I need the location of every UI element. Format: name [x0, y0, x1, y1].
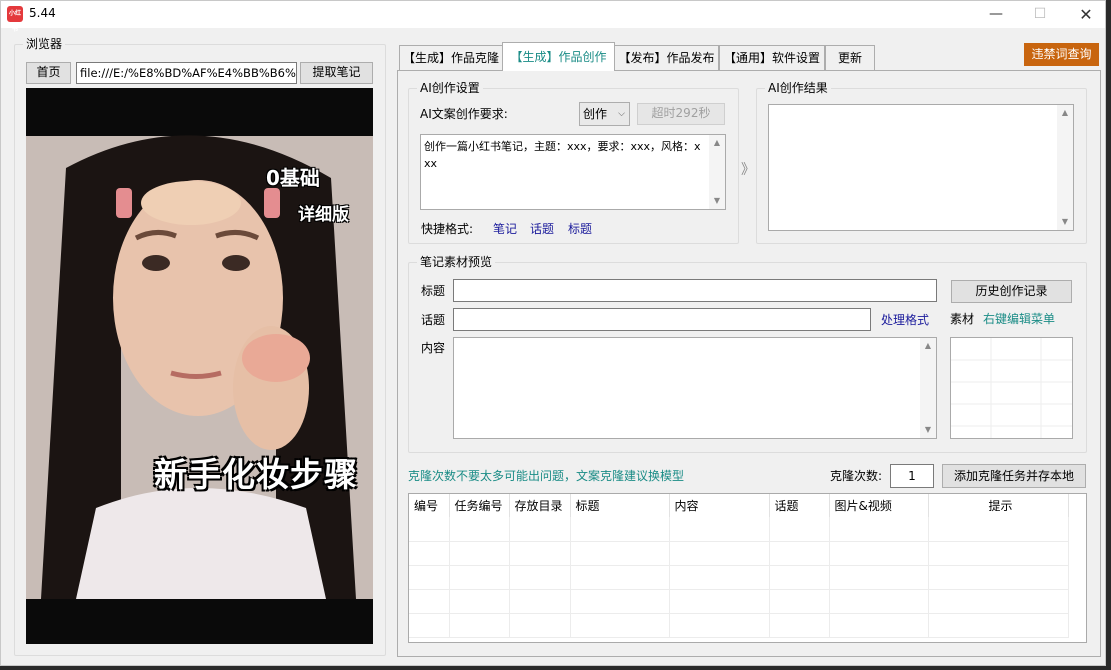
col-header-title[interactable]: 标题: [570, 494, 670, 517]
title-bar: 小红书 5.44 — ☐ ✕: [1, 1, 1105, 33]
ai-result-title: AI创作结果: [765, 81, 831, 95]
clone-count-input[interactable]: 1: [890, 464, 934, 488]
ai-settings-title: AI创作设置: [417, 81, 483, 95]
tab-work-creation[interactable]: 【生成】作品创作: [502, 42, 615, 71]
result-scrollbar[interactable]: ▲ ▼: [1057, 105, 1073, 230]
video-overlay-text-1: 0基础: [266, 166, 320, 190]
video-caption: 新手化妆步骤: [154, 455, 358, 494]
table-row: [409, 517, 1069, 542]
quick-link-note[interactable]: 笔记: [493, 222, 517, 236]
app-logo-icon: 小红书: [7, 6, 23, 33]
content-textarea[interactable]: ▲ ▼: [453, 337, 937, 439]
col-header-task-id[interactable]: 任务编号: [449, 494, 510, 517]
table-row: [409, 565, 1069, 590]
maximize-button[interactable]: ☐: [1017, 1, 1063, 28]
material-label: 素材: [950, 312, 975, 326]
url-input[interactable]: file:///E:/%E8%BD%AF%E4%BB%B6%: [76, 62, 297, 84]
quick-link-title[interactable]: 标题: [568, 222, 592, 236]
app-window: 小红书 5.44 — ☐ ✕ 浏览器 首页 file:///E:/%E8%BD%…: [0, 0, 1106, 666]
edit-menu-link[interactable]: 右键编辑菜单: [983, 312, 1055, 326]
task-table[interactable]: 编号 任务编号 存放目录 标题 内容 话题 图片&视频 提示: [408, 493, 1087, 643]
col-header-topic[interactable]: 话题: [769, 494, 830, 517]
table-header-row: 编号 任务编号 存放目录 标题 内容 话题 图片&视频 提示: [409, 494, 1069, 517]
mode-select-value: 创作: [583, 107, 608, 121]
table-row: [409, 613, 1069, 638]
mode-select[interactable]: 创作 ⌵: [579, 102, 630, 126]
col-header-tip[interactable]: 提示: [928, 494, 1069, 517]
prompt-scrollbar[interactable]: ▲ ▼: [709, 135, 725, 209]
tab-update[interactable]: 更新: [825, 45, 875, 70]
tab-work-publish[interactable]: 【发布】作品发布: [614, 45, 719, 70]
banned-words-button[interactable]: 违禁词查询: [1024, 43, 1099, 66]
home-button[interactable]: 首页: [26, 62, 71, 84]
window-title: 5.44: [29, 6, 56, 20]
col-header-content[interactable]: 内容: [669, 494, 770, 517]
extract-note-button[interactable]: 提取笔记: [300, 62, 373, 84]
ai-result-textarea[interactable]: ▲ ▼: [768, 104, 1074, 231]
topic-field-label: 话题: [421, 313, 446, 327]
browser-group-title: 浏览器: [23, 37, 66, 51]
ai-requirement-label: AI文案创作要求:: [420, 107, 508, 121]
minimize-button[interactable]: —: [973, 1, 1019, 28]
material-grid[interactable]: [950, 337, 1073, 439]
ai-prompt-text: 创作一篇小红书笔记，主题：xxx，要求：xxx，风格：xxx: [424, 140, 701, 170]
title-field-label: 标题: [421, 284, 446, 298]
video-preview[interactable]: 0基础 详细版 新手化妆步骤: [26, 88, 373, 644]
table-row: [409, 589, 1069, 614]
tab-work-clone[interactable]: 【生成】作品克隆: [399, 45, 503, 70]
timeout-button[interactable]: 超时292秒: [637, 103, 725, 125]
format-process-link[interactable]: 处理格式: [881, 313, 929, 327]
content-field-label: 内容: [421, 341, 446, 355]
col-header-directory[interactable]: 存放目录: [509, 494, 571, 517]
note-preview-title: 笔记素材预览: [417, 255, 496, 269]
col-header-id[interactable]: 编号: [409, 494, 450, 517]
history-button[interactable]: 历史创作记录: [951, 280, 1072, 303]
video-overlay-text-2: 详细版: [298, 205, 349, 225]
ai-prompt-textarea[interactable]: 创作一篇小红书笔记，主题：xxx，要求：xxx，风格：xxx ▲ ▼: [420, 134, 726, 210]
transfer-arrow-icon[interactable]: 》: [741, 159, 755, 179]
content-scrollbar[interactable]: ▲ ▼: [920, 338, 936, 438]
quick-format-label: 快捷格式:: [421, 222, 474, 236]
clone-notice: 克隆次数不要太多可能出问题，文案克隆建议换模型: [408, 469, 685, 483]
tab-software-settings[interactable]: 【通用】软件设置: [719, 45, 825, 70]
video-frame-image: [26, 135, 373, 600]
chevron-down-icon: ⌵: [618, 109, 625, 119]
task-table-grid: 编号 任务编号 存放目录 标题 内容 话题 图片&视频 提示: [409, 494, 1069, 638]
table-row: [409, 541, 1069, 566]
material-grid-lines: [951, 338, 1072, 438]
clone-count-label: 克隆次数:: [830, 469, 883, 483]
close-button[interactable]: ✕: [1063, 1, 1109, 28]
topic-field[interactable]: [453, 308, 871, 331]
quick-link-topic[interactable]: 话题: [530, 222, 554, 236]
col-header-media[interactable]: 图片&视频: [829, 494, 929, 517]
add-clone-task-button[interactable]: 添加克隆任务并存本地: [942, 464, 1086, 488]
title-field[interactable]: [453, 279, 937, 302]
